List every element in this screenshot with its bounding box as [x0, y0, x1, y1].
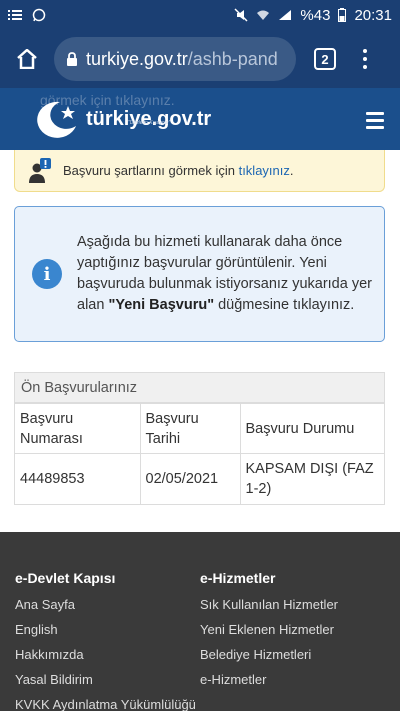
- logo-subtitle: "Devletin Kısayolu": [128, 120, 171, 126]
- url-text: turkiye.gov.tr/ashb-pand: [86, 49, 278, 70]
- footer-heading-edevlet: e-Devlet Kapısı: [15, 570, 116, 586]
- footer-link-municipal[interactable]: Belediye Hizmetleri: [200, 642, 338, 667]
- footer-link-kvkk[interactable]: KVKK Aydınlatma Yükümlülüğü: [15, 692, 196, 711]
- browser-menu-button[interactable]: [354, 49, 376, 69]
- footer-column-eservices: e-Hizmetler Sık Kullanılan Hizmetler Yen…: [200, 570, 338, 692]
- notification-list-icon: [8, 9, 22, 21]
- signal-icon: [278, 9, 292, 21]
- requirements-notice: Başvuru şartlarını görmek için tıklayını…: [14, 150, 385, 192]
- info-text-after: düğmesine tıklayınız.: [214, 297, 355, 313]
- applications-title: Ön Başvurularınız: [15, 373, 384, 403]
- footer-link-new[interactable]: Yeni Eklenen Hizmetler: [200, 617, 338, 642]
- battery-percent: %43: [300, 6, 331, 24]
- hamburger-menu-icon[interactable]: [366, 112, 384, 129]
- site-footer: e-Devlet Kapısı Ana Sayfa English Hakkım…: [0, 532, 400, 711]
- applications-table: Başvuru Numarası Başvuru Tarihi Başvuru …: [15, 403, 384, 504]
- user-alert-icon: [29, 157, 51, 184]
- footer-link-home[interactable]: Ana Sayfa: [15, 592, 196, 617]
- mute-icon: [234, 8, 248, 22]
- tab-switcher-button[interactable]: 2: [314, 48, 336, 70]
- browser-toolbar: turkiye.gov.tr/ashb-pand 2: [0, 30, 400, 88]
- application-status-cell: KAPSAM DIŞI (FAZ 1-2): [239, 453, 384, 504]
- clock: 20:31: [354, 6, 392, 24]
- url-host: turkiye.gov.tr: [86, 48, 188, 69]
- site-header: görmek için tıklayınız. türkiye.gov.tr "…: [0, 88, 400, 150]
- column-header-number: Başvuru Numarası: [15, 403, 141, 454]
- info-box: i Aşağıda bu hizmeti kullanarak daha önc…: [14, 206, 385, 342]
- footer-link-english[interactable]: English: [15, 617, 196, 642]
- address-bar[interactable]: turkiye.gov.tr/ashb-pand: [54, 37, 296, 81]
- whatsapp-icon: [32, 8, 46, 22]
- application-date-cell: 02/05/2021: [139, 453, 241, 504]
- application-number-cell: 44489853: [15, 453, 141, 504]
- column-header-date: Başvuru Tarihi: [139, 403, 241, 454]
- column-header-status: Başvuru Durumu: [239, 403, 384, 454]
- logo-text: türkiye.gov.tr: [86, 107, 212, 130]
- footer-link-about[interactable]: Hakkımızda: [15, 642, 196, 667]
- notice-suffix: .: [289, 163, 294, 178]
- battery-icon: [338, 8, 347, 22]
- notice-label: Başvuru şartlarını görmek için: [63, 163, 239, 178]
- home-icon: [17, 49, 37, 69]
- info-text-bold: "Yeni Başvuru": [108, 297, 215, 313]
- requirements-link[interactable]: tıklayınız: [239, 163, 290, 178]
- home-button[interactable]: [0, 30, 54, 88]
- footer-link-frequent[interactable]: Sık Kullanılan Hizmetler: [200, 592, 338, 617]
- applications-panel: Ön Başvurularınız Başvuru Numarası Başvu…: [14, 372, 385, 505]
- footer-link-eservices[interactable]: e-Hizmetler: [200, 667, 338, 692]
- site-logo[interactable]: türkiye.gov.tr: [20, 96, 211, 142]
- logo-emblem-icon: [37, 101, 76, 138]
- footer-column-edevlet: e-Devlet Kapısı Ana Sayfa English Hakkım…: [15, 570, 196, 711]
- url-path: /ashb-pand: [187, 48, 278, 69]
- lock-icon: [66, 51, 78, 67]
- footer-link-legal[interactable]: Yasal Bildirim: [15, 667, 196, 692]
- info-text: Aşağıda bu hizmeti kullanarak daha önce …: [77, 232, 384, 316]
- footer-heading-eservices: e-Hizmetler: [200, 570, 276, 586]
- table-header-row: Başvuru Numarası Başvuru Tarihi Başvuru …: [15, 403, 384, 454]
- wifi-icon: [256, 9, 270, 21]
- status-bar: %43 20:31: [0, 0, 400, 30]
- table-row[interactable]: 44489853 02/05/2021 KAPSAM DIŞI (FAZ 1-2…: [15, 453, 384, 504]
- notice-text: Başvuru şartlarını görmek için tıklayını…: [63, 163, 294, 178]
- info-icon: i: [32, 259, 62, 289]
